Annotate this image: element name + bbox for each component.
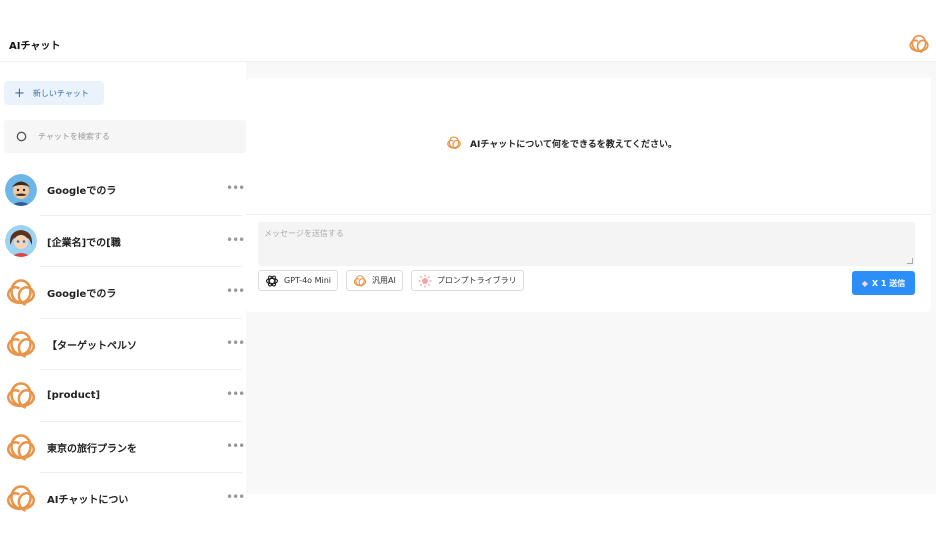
more-options-icon[interactable]: ••• bbox=[226, 181, 245, 195]
chat-title: [product] bbox=[47, 390, 101, 402]
chat-pane: AIチャットについて何をできるを教えてください。 GPT-4o Mini bbox=[246, 78, 931, 312]
divider bbox=[246, 214, 931, 215]
knot-logo-icon bbox=[5, 278, 37, 307]
chat-search[interactable] bbox=[4, 120, 246, 153]
more-options-icon[interactable]: ••• bbox=[226, 336, 245, 350]
knot-logo-icon bbox=[446, 136, 462, 150]
send-label: X 1 送信 bbox=[871, 278, 906, 288]
knot-logo-icon bbox=[5, 433, 37, 462]
tool-row: GPT-4o Mini 汎用AI プロンプトライブラリ bbox=[258, 270, 524, 291]
new-chat-label: 新しいチャット bbox=[32, 88, 89, 98]
resize-handle[interactable] bbox=[907, 258, 913, 264]
suggestion-prompt[interactable]: AIチャットについて何をできるを教えてください。 bbox=[446, 136, 677, 150]
chat-list-item[interactable]: Googleでのラ ••• bbox=[0, 164, 246, 216]
plus-icon: + bbox=[14, 85, 25, 101]
more-options-icon[interactable]: ••• bbox=[226, 490, 245, 504]
suggestion-text: AIチャットについて何をできるを教えてください。 bbox=[470, 139, 678, 150]
chat-list-item[interactable]: Googleでのラ ••• bbox=[0, 267, 246, 319]
chat-list: Googleでのラ ••• [企業名]での[職 ••• Googleでのラ ••… bbox=[0, 164, 246, 525]
assistant-selector-button[interactable]: 汎用AI bbox=[346, 270, 403, 291]
chat-title: Googleでのラ bbox=[47, 186, 117, 198]
page-title: AIチャット bbox=[9, 41, 61, 52]
openai-icon bbox=[265, 275, 279, 286]
tool-label: 汎用AI bbox=[372, 276, 396, 285]
more-options-icon[interactable]: ••• bbox=[226, 233, 245, 247]
more-options-icon[interactable]: ••• bbox=[226, 284, 245, 298]
sun-icon bbox=[418, 274, 432, 287]
message-box[interactable] bbox=[258, 222, 915, 266]
avatar bbox=[4, 225, 37, 258]
knot-logo-icon bbox=[5, 484, 37, 513]
chat-title: 【ターゲットペルソ bbox=[47, 340, 137, 352]
model-selector-button[interactable]: GPT-4o Mini bbox=[258, 270, 339, 291]
more-options-icon[interactable]: ••• bbox=[226, 387, 245, 401]
new-chat-button[interactable]: + 新しいチャット bbox=[4, 81, 104, 105]
knot-logo-icon bbox=[353, 274, 367, 288]
main-panel: AIチャットについて何をできるを教えてください。 GPT-4o Mini bbox=[246, 62, 936, 494]
chat-list-item[interactable]: 【ターゲットペルソ ••• bbox=[0, 319, 246, 371]
chat-title: Googleでのラ bbox=[47, 289, 117, 301]
chat-list-item[interactable]: [企業名]での[職 ••• bbox=[0, 216, 246, 268]
tool-label: プロンプトライブラリ bbox=[436, 276, 517, 285]
more-options-icon[interactable]: ••• bbox=[226, 439, 245, 453]
send-button[interactable]: ◆ X 1 送信 bbox=[852, 271, 915, 295]
sidebar: + 新しいチャット チャットを検索する Googleでのラ ••• [企業名]で… bbox=[0, 62, 246, 547]
search-input[interactable] bbox=[38, 132, 218, 141]
tool-label: GPT-4o Mini bbox=[284, 276, 332, 285]
chat-title: 東京の旅行プランを bbox=[47, 443, 137, 455]
knot-logo-icon bbox=[5, 330, 37, 359]
chat-list-item[interactable]: 東京の旅行プランを ••• bbox=[0, 422, 246, 474]
app-header: AIチャット bbox=[0, 0, 936, 62]
knot-logo-icon[interactable] bbox=[908, 34, 930, 54]
chat-title: [企業名]での[職 bbox=[47, 237, 121, 249]
chat-title: AIチャットについ bbox=[47, 495, 129, 507]
gem-icon: ◆ bbox=[861, 278, 868, 288]
chat-list-item[interactable]: AIチャットについ ••• bbox=[0, 473, 246, 525]
message-input[interactable] bbox=[264, 228, 909, 260]
chat-list-item[interactable]: [product] ••• bbox=[0, 370, 246, 422]
prompt-library-button[interactable]: プロンプトライブラリ bbox=[410, 270, 524, 291]
knot-logo-icon bbox=[5, 381, 37, 410]
search-icon bbox=[16, 131, 27, 141]
avatar bbox=[4, 173, 37, 206]
